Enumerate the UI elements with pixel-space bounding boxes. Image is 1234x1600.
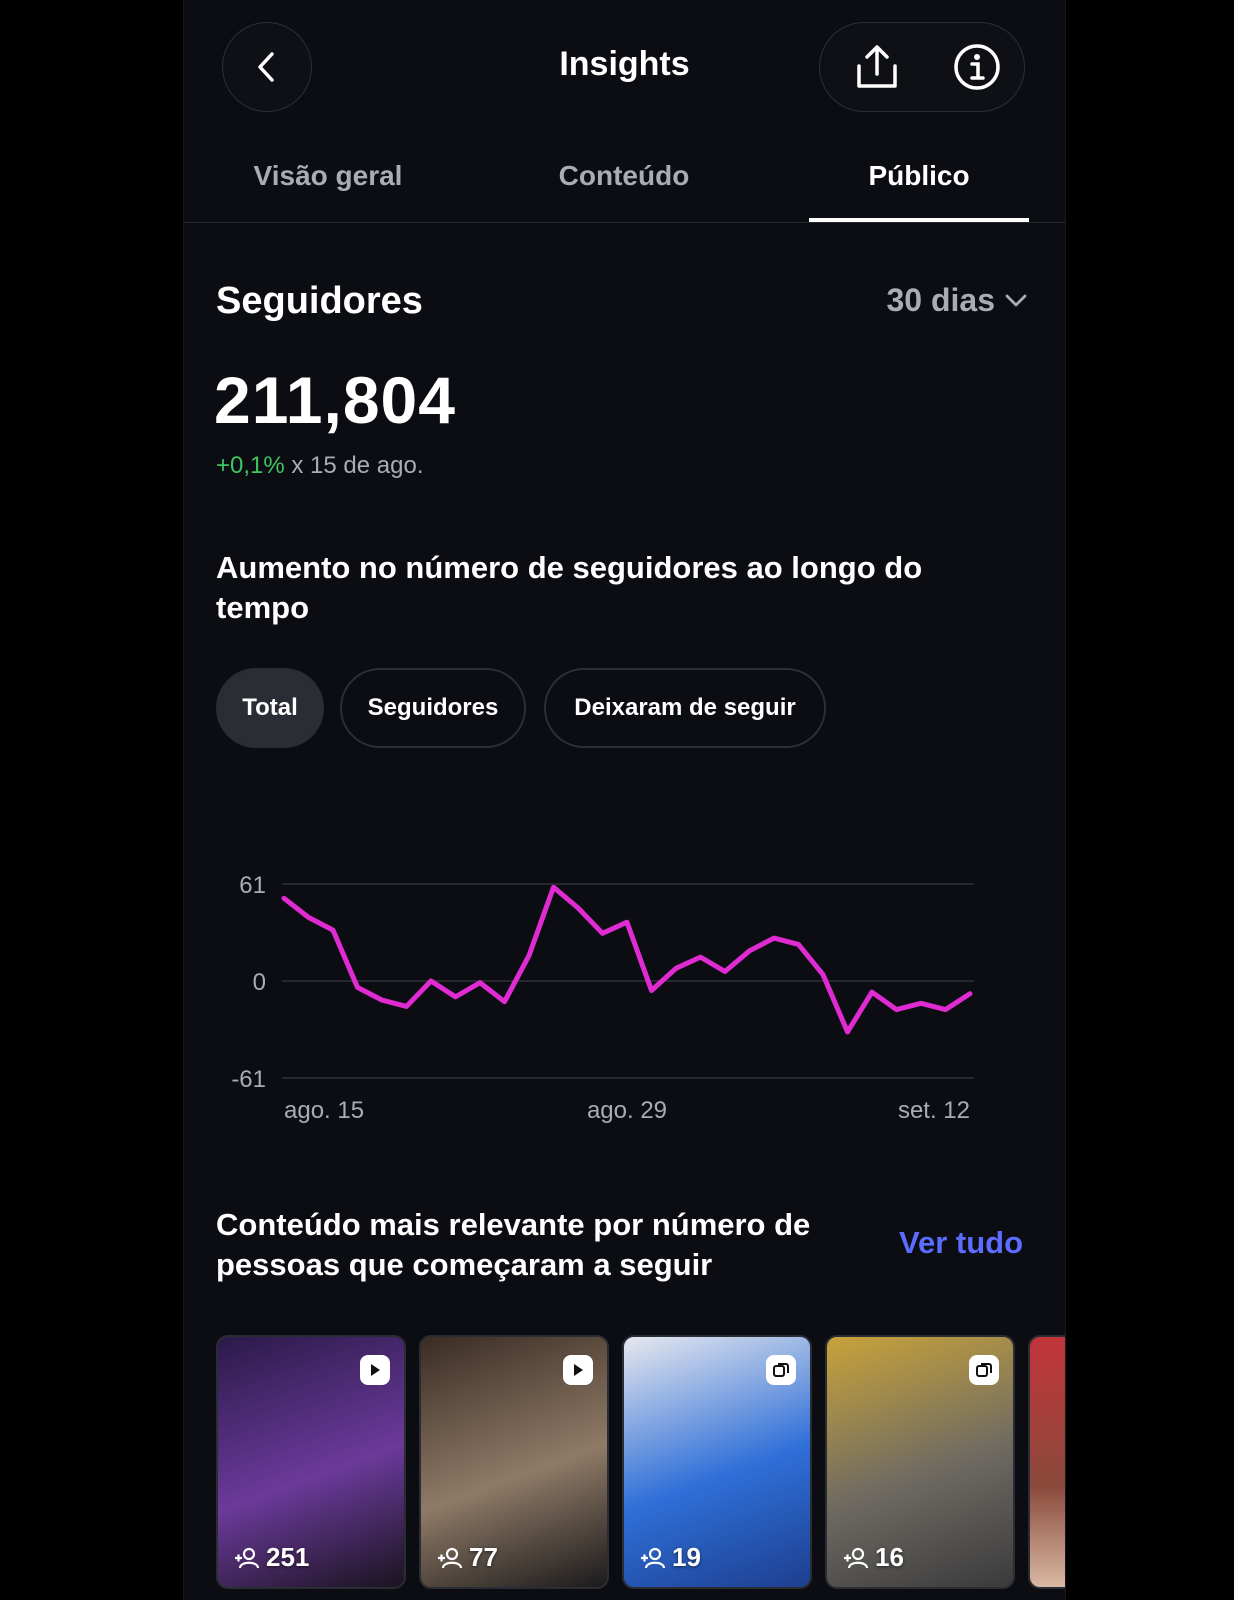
new-followers-stat: 16 — [843, 1542, 904, 1573]
add-person-icon — [438, 1547, 463, 1568]
tab-audience[interactable]: Público — [809, 160, 1029, 192]
carousel-icon — [969, 1355, 999, 1385]
content-thumbnail[interactable]: 19 — [622, 1335, 812, 1589]
y-tick-label: 0 — [253, 969, 266, 996]
followers-count: 77 — [469, 1542, 498, 1572]
filter-total[interactable]: Total — [216, 668, 324, 748]
tab-content[interactable]: Conteúdo — [514, 160, 734, 192]
x-tick-label: ago. 15 — [284, 1097, 364, 1124]
followers-line-chart: 61 0 -61 ago. 15 ago. 29 set. 12 — [231, 872, 974, 1124]
see-all-link[interactable]: Ver tudo — [899, 1225, 1023, 1261]
add-person-icon — [641, 1547, 666, 1568]
info-icon — [954, 44, 1000, 90]
x-tick-label: ago. 29 — [587, 1097, 667, 1124]
follower-change: +0,1% x 15 de ago. — [216, 452, 424, 480]
carousel-icon — [766, 1355, 796, 1385]
insights-screen: Insights Visão geral Conteúdo Público Se… — [183, 0, 1066, 1600]
chart-title: Aumento no número de seguidores ao longo… — [216, 550, 923, 625]
new-followers-stat: 19 — [640, 1542, 701, 1573]
play-icon — [563, 1355, 593, 1385]
filter-followers[interactable]: Seguidores — [340, 668, 526, 748]
add-person-icon — [844, 1547, 869, 1568]
y-tick-label: -61 — [231, 1066, 266, 1093]
followers-count: 19 — [672, 1542, 701, 1572]
new-followers-stat: 77 — [437, 1542, 498, 1573]
content-section-title: Conteúdo mais relevante por número de pe… — [216, 1207, 811, 1282]
followers-count: 251 — [266, 1542, 310, 1572]
info-button[interactable] — [932, 22, 1022, 112]
follower-count: 211,804 — [214, 363, 456, 437]
play-icon — [360, 1355, 390, 1385]
content-thumbnail[interactable]: 251 — [216, 1335, 406, 1589]
tab-overview[interactable]: Visão geral — [228, 160, 428, 192]
content-thumbnail[interactable]: 16 — [825, 1335, 1015, 1589]
period-label: 30 dias — [886, 282, 995, 318]
chevron-down-icon — [1005, 294, 1027, 306]
change-reference: x 15 de ago. — [284, 452, 424, 479]
content-thumbnail-partial[interactable] — [1028, 1335, 1065, 1589]
x-tick-label: set. 12 — [898, 1097, 970, 1124]
share-icon — [857, 45, 897, 88]
series-line — [281, 884, 973, 1035]
tabs-divider — [184, 222, 1065, 223]
followers-count: 16 — [875, 1542, 904, 1572]
new-followers-stat: 251 — [234, 1542, 309, 1573]
y-tick-label: 61 — [239, 872, 266, 899]
share-button[interactable] — [832, 22, 922, 112]
filter-unfollows[interactable]: Deixaram de seguir — [544, 668, 826, 748]
change-percent: +0,1% — [216, 452, 285, 479]
content-thumbnail[interactable]: 77 — [419, 1335, 609, 1589]
period-dropdown[interactable]: 30 dias — [886, 282, 1027, 319]
section-title: Seguidores — [216, 280, 423, 322]
add-person-icon — [235, 1547, 260, 1568]
